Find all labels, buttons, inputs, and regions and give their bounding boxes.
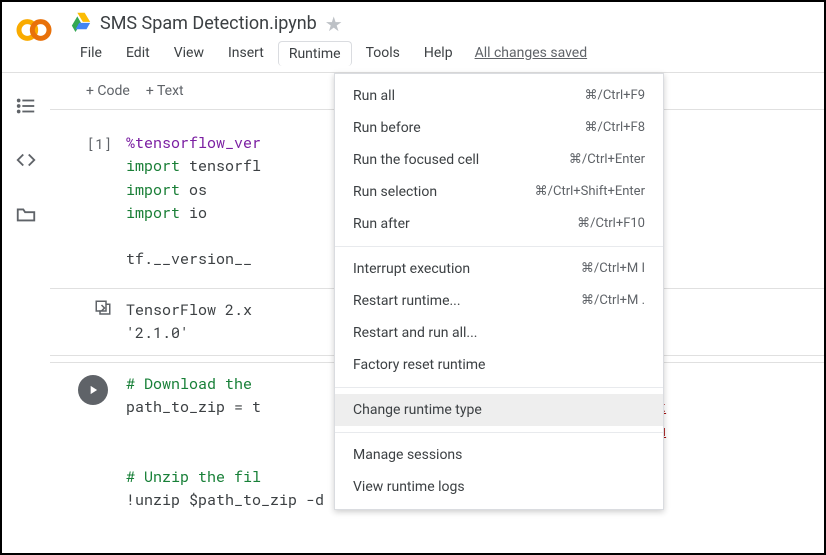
dd-restart[interactable]: Restart runtime...⌘/Ctrl+M . bbox=[335, 285, 663, 317]
header: SMS Spam Detection.ipynb ★ File Edit Vie… bbox=[2, 2, 824, 66]
files-icon[interactable] bbox=[15, 203, 37, 229]
dd-restart-run-all[interactable]: Restart and run all... bbox=[335, 317, 663, 349]
dd-run-after[interactable]: Run after⌘/Ctrl+F10 bbox=[335, 208, 663, 240]
menubar: File Edit View Insert Runtime Tools Help… bbox=[70, 41, 587, 66]
main: + Code + Text [1] %tensorflow_ver import… bbox=[50, 73, 824, 552]
dd-separator bbox=[335, 246, 663, 247]
dd-run-selection[interactable]: Run selection⌘/Ctrl+Shift+Enter bbox=[335, 176, 663, 208]
menu-tools[interactable]: Tools bbox=[356, 41, 410, 66]
save-status[interactable]: All changes saved bbox=[475, 41, 588, 66]
cell-prompt: [1] bbox=[68, 132, 126, 272]
menu-help[interactable]: Help bbox=[414, 41, 463, 66]
run-cell-button[interactable] bbox=[78, 375, 108, 405]
dd-run-all[interactable]: Run all⌘/Ctrl+F9 bbox=[335, 80, 663, 112]
dd-run-focused[interactable]: Run the focused cell⌘/Ctrl+Enter bbox=[335, 144, 663, 176]
output-icon[interactable] bbox=[68, 299, 126, 346]
dd-run-before[interactable]: Run before⌘/Ctrl+F8 bbox=[335, 112, 663, 144]
code-snippets-icon[interactable] bbox=[15, 149, 37, 175]
drive-icon bbox=[70, 10, 92, 37]
dd-separator bbox=[335, 432, 663, 433]
code-content[interactable]: %tensorflow_ver import tensorfl import o… bbox=[126, 132, 261, 272]
colab-logo bbox=[14, 10, 54, 50]
menu-edit[interactable]: Edit bbox=[116, 41, 160, 66]
left-rail bbox=[2, 73, 50, 552]
star-icon[interactable]: ★ bbox=[325, 12, 343, 36]
menu-runtime[interactable]: Runtime bbox=[278, 41, 352, 66]
menu-file[interactable]: File bbox=[70, 41, 112, 66]
dd-view-logs[interactable]: View runtime logs bbox=[335, 471, 663, 503]
dd-separator bbox=[335, 387, 663, 388]
dd-manage-sessions[interactable]: Manage sessions bbox=[335, 439, 663, 471]
add-text-button[interactable]: + Text bbox=[146, 83, 184, 99]
menu-insert[interactable]: Insert bbox=[218, 41, 274, 66]
menu-view[interactable]: View bbox=[164, 41, 214, 66]
dd-change-runtime-type[interactable]: Change runtime type bbox=[335, 394, 663, 426]
body: + Code + Text [1] %tensorflow_ver import… bbox=[2, 73, 824, 552]
runtime-dropdown: Run all⌘/Ctrl+F9 Run before⌘/Ctrl+F8 Run… bbox=[334, 73, 664, 510]
output-content: TensorFlow 2.x '2.1.0' bbox=[126, 299, 261, 346]
dd-interrupt[interactable]: Interrupt execution⌘/Ctrl+M I bbox=[335, 253, 663, 285]
add-code-button[interactable]: + Code bbox=[86, 83, 130, 99]
dd-factory-reset[interactable]: Factory reset runtime bbox=[335, 349, 663, 381]
doc-title[interactable]: SMS Spam Detection.ipynb bbox=[100, 13, 317, 34]
toc-icon[interactable] bbox=[15, 95, 37, 121]
